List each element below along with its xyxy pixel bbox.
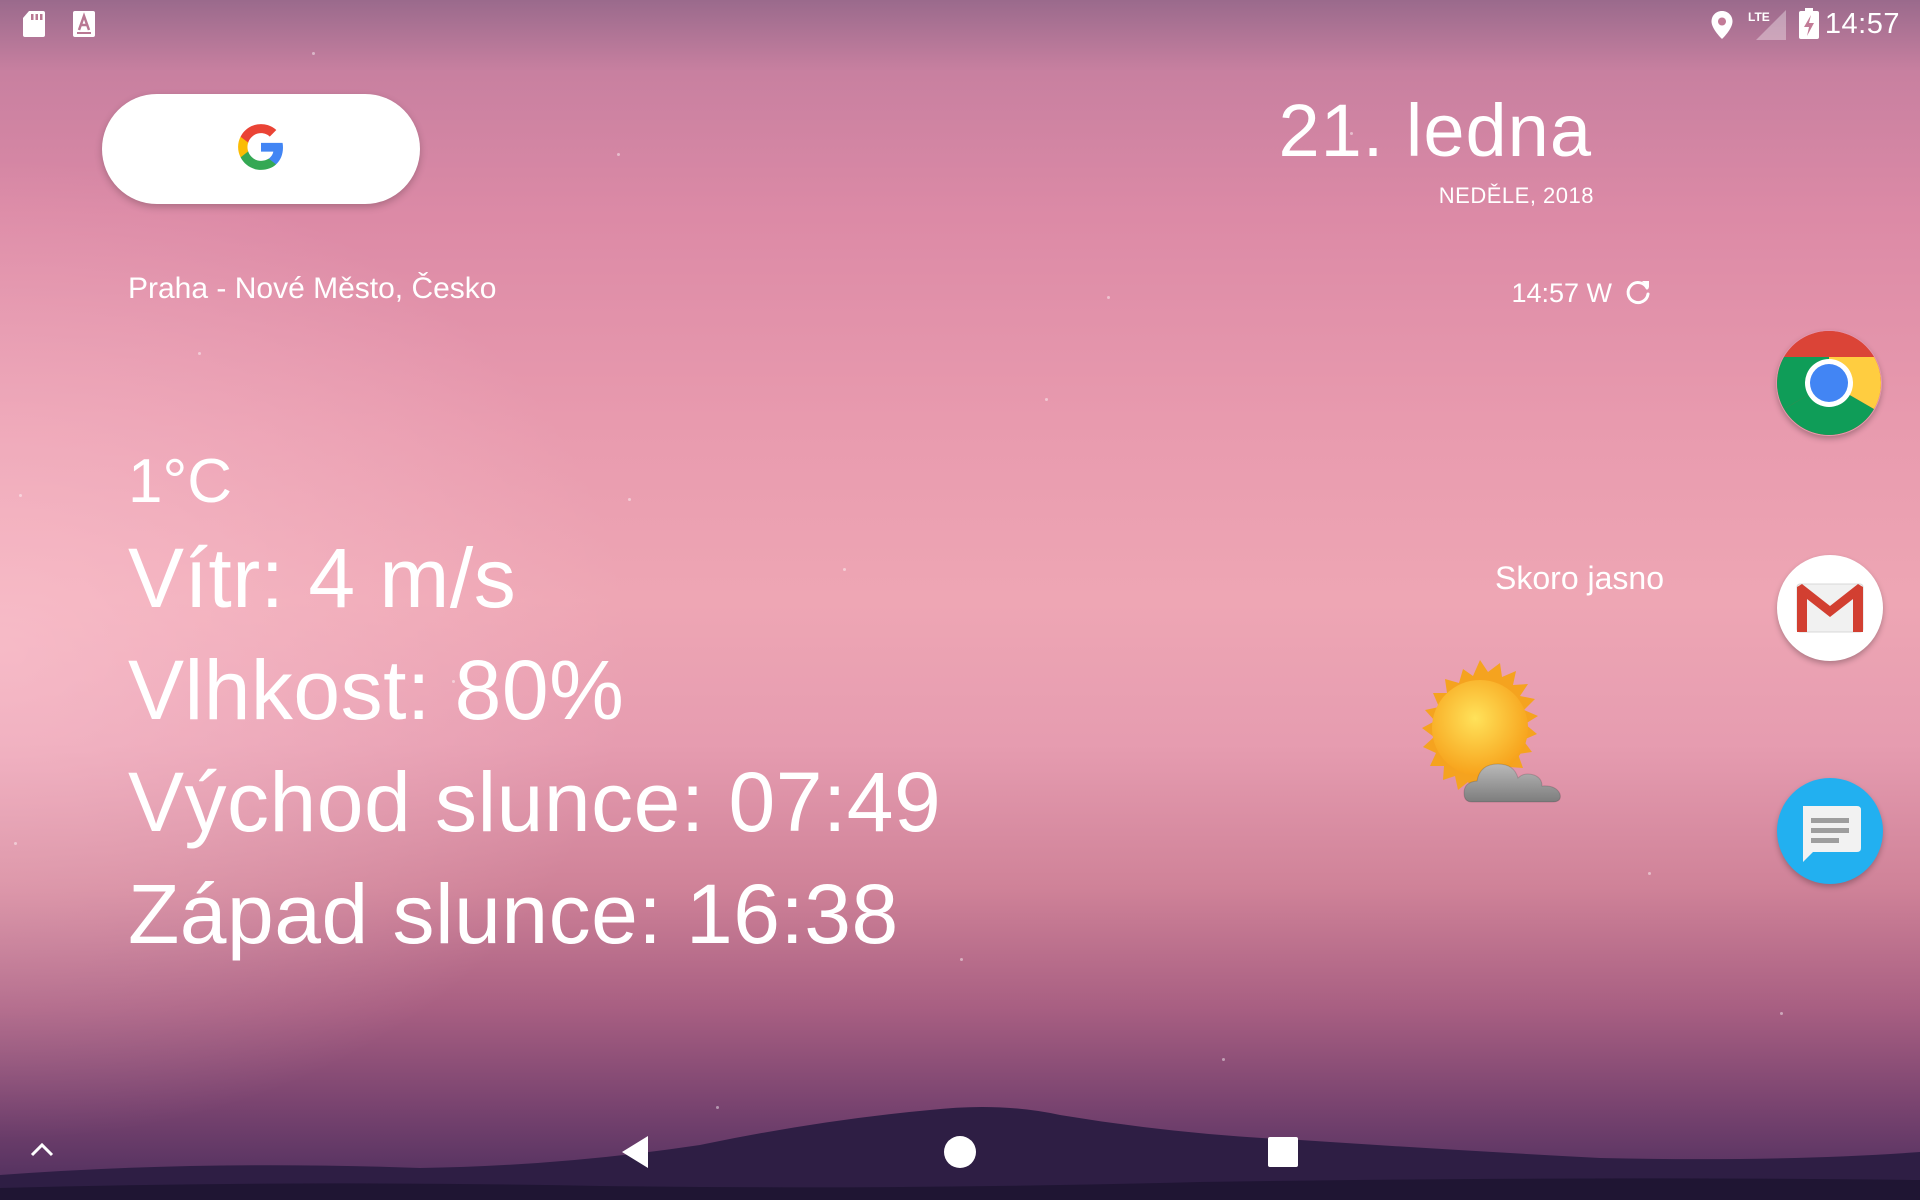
sd-card-icon: [22, 10, 46, 43]
weather-sunrise: Východ slunce: 07:49: [128, 755, 942, 849]
navigation-bar: [0, 1104, 1920, 1200]
chrome-icon: [1776, 331, 1882, 440]
google-search-bar[interactable]: [102, 94, 420, 204]
date-widget-weekday-year: NEDĚLE, 2018: [1438, 183, 1594, 208]
sun-behind-cloud-icon: [1402, 660, 1582, 830]
back-icon[interactable]: [618, 1134, 654, 1175]
recents-icon[interactable]: [1268, 1137, 1298, 1172]
battery-charging-icon: [1798, 8, 1820, 45]
app-drawer-up-icon[interactable]: [28, 1140, 56, 1165]
date-widget-date[interactable]: 21. ledna: [1279, 88, 1593, 173]
weather-updated-time: 14:57 W: [1511, 278, 1612, 308]
messages-app-icon[interactable]: [1777, 778, 1883, 884]
weather-humidity: Vlhkost: 80%: [128, 643, 625, 737]
status-bar-clock: 14:57: [1824, 8, 1900, 40]
chrome-app-icon[interactable]: [1776, 330, 1882, 436]
status-bar: LTE 14:57: [0, 0, 1920, 48]
gmail-app-icon[interactable]: [1777, 555, 1883, 661]
lte-signal-icon: LTE: [1746, 8, 1788, 45]
refresh-icon[interactable]: [1622, 276, 1654, 308]
gmail-icon: [1777, 583, 1883, 665]
messages-icon: [1777, 806, 1883, 888]
text-a-icon: [72, 10, 96, 43]
svg-text:LTE: LTE: [1748, 10, 1770, 24]
weather-temperature: 1°C: [128, 447, 233, 516]
home-icon[interactable]: [943, 1135, 977, 1174]
weather-sunset: Západ slunce: 16:38: [128, 867, 899, 961]
weather-wind: Vítr: 4 m/s: [128, 531, 517, 625]
location-pin-icon: [1710, 10, 1734, 45]
weather-location: Praha - Nové Město, Česko: [128, 272, 497, 305]
google-g-icon: [236, 122, 286, 177]
weather-condition: Skoro jasno: [1495, 560, 1664, 596]
